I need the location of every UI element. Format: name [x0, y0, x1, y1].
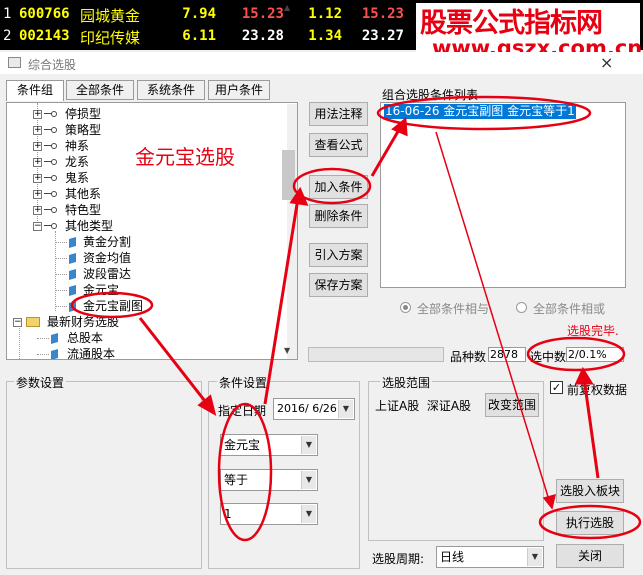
run-selection-button[interactable]: 执行选股	[556, 511, 624, 535]
arrow-head	[542, 493, 557, 510]
add-condition-button[interactable]: 加入条件	[309, 175, 368, 199]
key-icon	[44, 143, 57, 149]
operator-value: 等于	[224, 473, 249, 487]
key-icon	[44, 175, 57, 181]
tab-system-conditions[interactable]: 系统条件	[137, 80, 205, 100]
ticker-name: 园城黄金	[80, 7, 141, 25]
period-value: 日线	[440, 550, 465, 564]
change-scope-button[interactable]: 改变范围	[485, 393, 539, 417]
ticker-row[interactable]: 2 002143 印纪传媒 6.11 23.28 1.34 23.27	[0, 25, 420, 49]
key-icon	[44, 159, 57, 165]
annotation-main: 金元宝选股	[135, 145, 235, 169]
params-group	[6, 381, 202, 569]
scope-markets: 上证A股 深证A股	[375, 399, 472, 413]
scroll-down-icon[interactable]: ▼	[284, 346, 290, 355]
key-icon	[44, 191, 57, 197]
ticker-value: 1.12	[308, 6, 342, 22]
ticker-value: 15.23	[361, 6, 404, 22]
annotation-done: 选股完毕.	[567, 324, 619, 338]
to-block-button[interactable]: 选股入板块	[556, 479, 624, 503]
params-label: 参数设置	[14, 374, 67, 391]
date-label: 指定日期	[218, 404, 267, 418]
chevron-down-icon[interactable]: ▼	[338, 400, 353, 418]
gem-icon	[69, 269, 76, 280]
close-icon[interactable]: ×	[600, 53, 613, 72]
ticker-index: 1	[3, 6, 12, 22]
gem-icon	[69, 237, 76, 248]
key-icon	[44, 127, 57, 133]
save-plan-button[interactable]: 保存方案	[309, 273, 368, 297]
tab-user-conditions[interactable]: 用户条件	[208, 80, 270, 100]
ticker-value: 23.27	[361, 28, 404, 44]
value-select[interactable]: 1 ▼	[220, 503, 318, 525]
period-label: 选股周期:	[372, 552, 425, 566]
ticker-name: 印纪传媒	[80, 29, 141, 47]
ticker-value: 23.28	[241, 28, 284, 44]
title-bar	[0, 52, 643, 74]
ticker-code: 002143	[19, 28, 70, 44]
count-value: 2878	[488, 347, 526, 362]
watermark-title: 股票公式指标网	[420, 8, 603, 39]
prev-restore-label: 前复权数据	[567, 383, 628, 397]
or-label: 全部条件相或	[533, 302, 606, 316]
tree-scroll-thumb[interactable]	[282, 150, 295, 200]
field-select[interactable]: 金元宝 ▼	[220, 434, 318, 456]
operator-select[interactable]: 等于 ▼	[220, 469, 318, 491]
tree-scrollbar[interactable]	[287, 104, 297, 359]
gem-icon	[51, 333, 58, 344]
and-label: 全部条件相与	[417, 302, 490, 316]
date-value: 2016/ 6/26	[277, 402, 337, 415]
or-radio[interactable]	[516, 302, 527, 313]
gem-icon	[69, 285, 76, 296]
usage-notes-button[interactable]: 用法注释	[309, 102, 368, 126]
key-icon	[44, 111, 57, 117]
scope-label: 选股范围	[380, 374, 433, 391]
tab-all-conditions[interactable]: 全部条件	[66, 80, 134, 100]
selected-label: 选中数	[530, 350, 567, 364]
condition-list-label: 组合选股条件列表	[382, 88, 479, 102]
view-formula-button[interactable]: 查看公式	[309, 133, 368, 157]
tab-condition-group[interactable]: 条件组	[6, 80, 64, 101]
close-button[interactable]: 关闭	[556, 544, 624, 568]
delete-condition-button[interactable]: 删除条件	[309, 204, 368, 228]
gem-icon	[51, 349, 58, 359]
condition-list[interactable]	[380, 102, 626, 288]
chevron-down-icon[interactable]: ▼	[301, 471, 316, 489]
period-select[interactable]: 日线 ▼	[436, 546, 544, 568]
value-value: 1	[224, 507, 232, 521]
progress-bar	[308, 347, 444, 362]
app-icon	[8, 57, 21, 68]
ticker-value: 1.34	[308, 28, 342, 44]
chevron-down-icon[interactable]: ▼	[301, 436, 316, 454]
count-label: 品种数	[450, 350, 487, 364]
import-plan-button[interactable]: 引入方案	[309, 243, 368, 267]
gem-icon	[69, 301, 76, 312]
ticker-index: 2	[3, 28, 12, 44]
ticker-code: 600766	[19, 6, 70, 22]
condition-list-item[interactable]: 16-06-26 金元宝副图 金元宝等于1	[384, 104, 576, 119]
ticker-price: 6.11	[182, 28, 216, 44]
chevron-down-icon[interactable]: ▼	[301, 505, 316, 523]
condition-settings-label: 条件设置	[217, 374, 270, 391]
ticker-price: 7.94	[182, 6, 216, 22]
key-icon	[44, 223, 57, 229]
ticker-value: 15.23	[241, 6, 284, 22]
selected-value: 2/0.1%	[566, 347, 624, 362]
gem-icon	[69, 253, 76, 264]
chevron-down-icon[interactable]: ▼	[527, 548, 542, 566]
field-value: 金元宝	[224, 438, 261, 452]
folder-icon	[26, 317, 40, 327]
key-icon	[44, 207, 57, 213]
prev-restore-checkbox[interactable]: ✓	[550, 381, 563, 394]
date-picker[interactable]: 2016/ 6/26 ▼	[273, 398, 355, 420]
ticker-row[interactable]: 1 600766 园城黄金 7.94 15.23 1.12 15.23	[0, 3, 420, 27]
scroll-up-icon[interactable]: ▲	[284, 3, 290, 12]
and-radio[interactable]	[400, 302, 411, 313]
window-title: 综合选股	[28, 58, 77, 72]
